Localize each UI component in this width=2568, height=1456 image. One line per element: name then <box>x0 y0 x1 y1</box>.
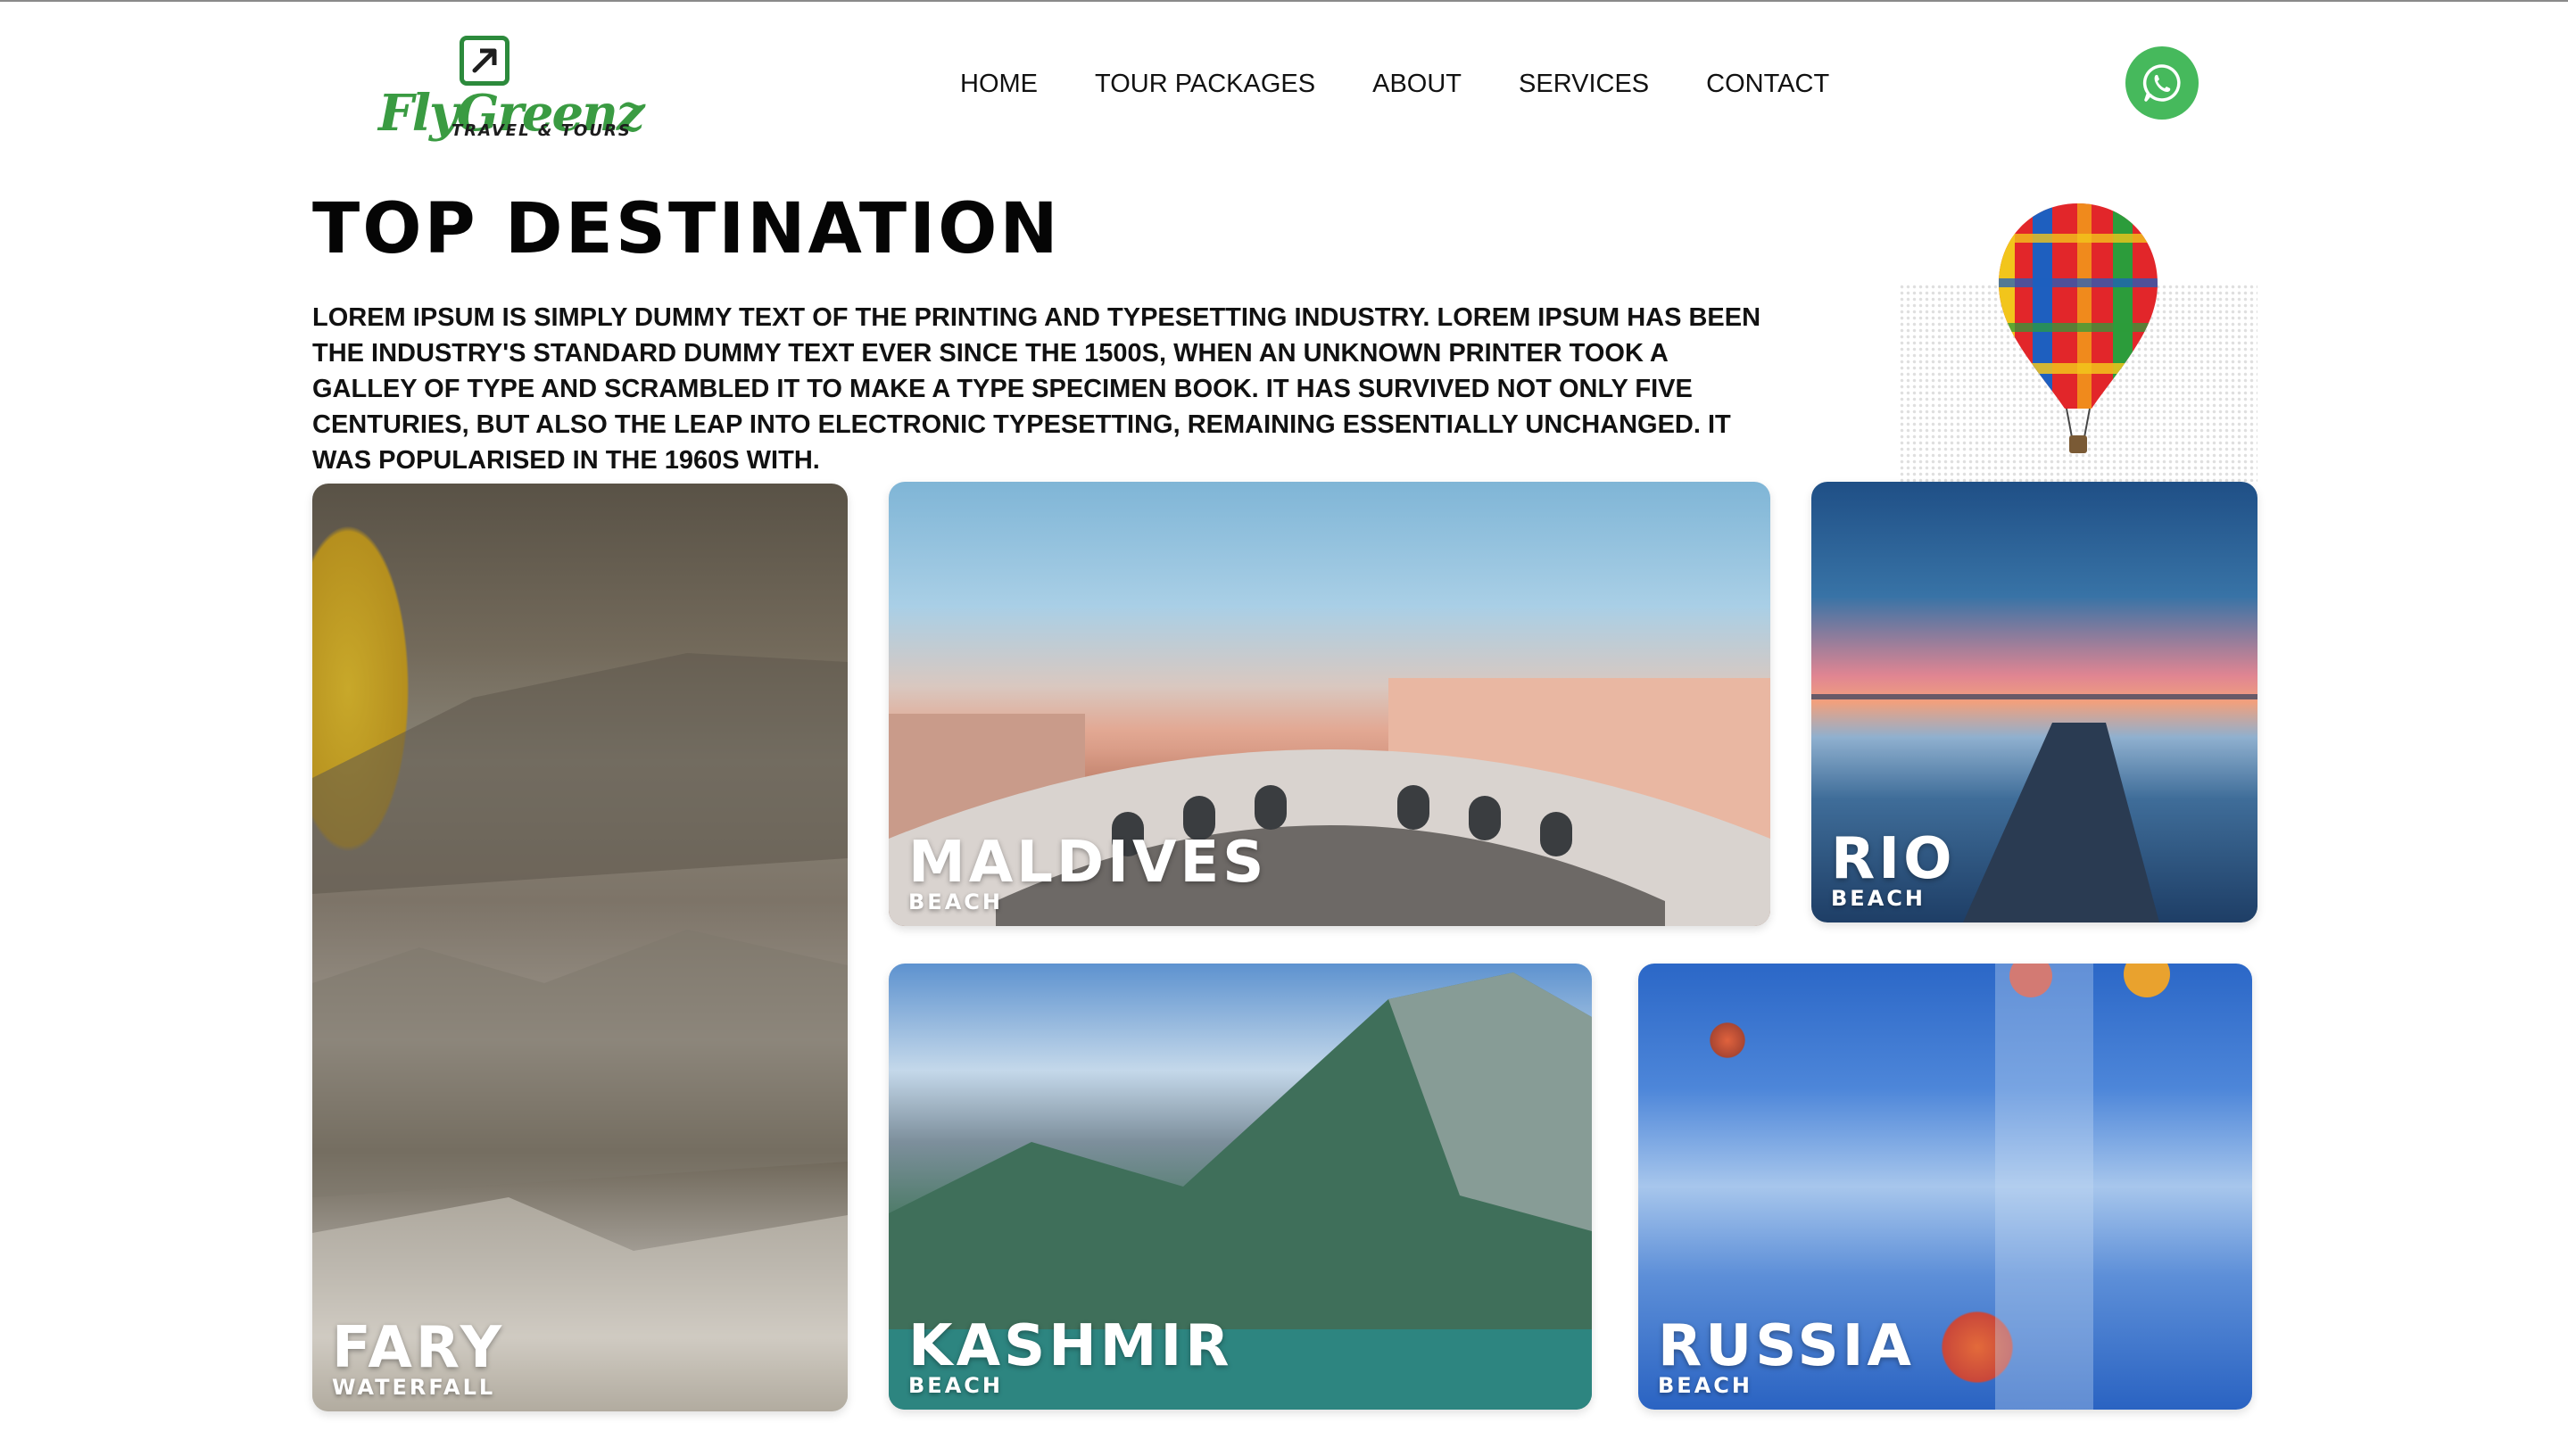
nav-about[interactable]: ABOUT <box>1372 70 1462 99</box>
destination-name: RUSSIA <box>1658 1313 1915 1379</box>
section-title: TOP DESTINATION <box>312 189 1061 269</box>
brand-logo[interactable]: FlyGreenz TRAVEL & TOURS <box>375 32 645 148</box>
main-nav: HOME TOUR PACKAGES ABOUT SERVICES CONTAC… <box>960 64 1829 103</box>
hot-air-balloon-icon <box>1999 203 2158 453</box>
nav-tour-packages[interactable]: TOUR PACKAGES <box>1095 70 1315 99</box>
brand-tagline: TRAVEL & TOURS <box>451 121 632 140</box>
destination-name: RIO <box>1831 826 1956 892</box>
hot-air-balloon-illustration <box>1899 198 2257 482</box>
destination-name: FARY <box>332 1315 506 1381</box>
destination-card-maldives[interactable]: MALDIVES BEACH <box>889 482 1770 926</box>
top-border <box>0 0 2568 2</box>
destination-type: WATERFALL <box>332 1375 496 1400</box>
destination-name: MALDIVES <box>908 830 1268 896</box>
whatsapp-button[interactable] <box>2125 46 2199 120</box>
nav-services[interactable]: SERVICES <box>1519 70 1649 99</box>
nav-contact[interactable]: CONTACT <box>1706 70 1829 99</box>
destination-name: KASHMIR <box>908 1313 1233 1379</box>
nav-home[interactable]: HOME <box>960 70 1038 99</box>
plane-arrow-icon <box>460 36 509 86</box>
whatsapp-icon <box>2142 64 2181 102</box>
destination-card-rio[interactable]: RIO BEACH <box>1811 482 2257 922</box>
section-description: LOREM IPSUM IS SIMPLY DUMMY TEXT OF THE … <box>312 303 1761 475</box>
card-photo-fary <box>312 653 848 1411</box>
destination-card-fary[interactable]: FARY WATERFALL <box>312 484 848 1411</box>
destination-card-russia[interactable]: RUSSIA BEACH <box>1638 964 2252 1410</box>
destination-card-kashmir[interactable]: KASHMIR BEACH <box>889 964 1592 1410</box>
